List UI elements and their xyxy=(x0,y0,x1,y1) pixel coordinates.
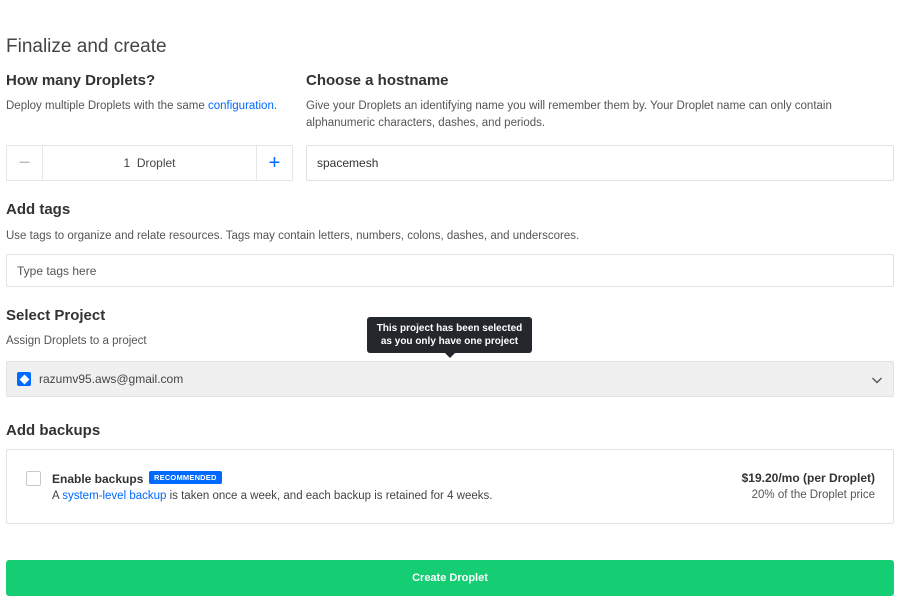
project-description: Assign Droplets to a project xyxy=(6,335,147,347)
tags-input[interactable] xyxy=(6,254,894,287)
page-title: Finalize and create xyxy=(6,36,167,57)
tooltip-arrow xyxy=(445,353,455,358)
decrement-button[interactable]: − xyxy=(7,146,43,180)
enable-backups-label: Enable backups xyxy=(52,472,144,486)
hostname-input[interactable] xyxy=(306,145,894,181)
backups-price-note: 20% of the Droplet price xyxy=(751,489,875,501)
backups-desc-prefix: A xyxy=(52,490,63,502)
recommended-badge: RECOMMENDED xyxy=(149,471,222,484)
configuration-link[interactable]: configuration xyxy=(208,100,274,112)
increment-button[interactable]: + xyxy=(256,146,292,180)
droplet-count-stepper: − 1 Droplet + xyxy=(6,145,293,181)
tooltip-line-2: as you only have one project xyxy=(380,336,519,347)
chevron-down-icon xyxy=(872,377,882,384)
tags-heading: Add tags xyxy=(6,201,71,218)
create-droplet-button[interactable]: Create Droplet xyxy=(6,560,894,596)
hostname-heading: Choose a hostname xyxy=(306,72,449,89)
backups-card: Enable backups RECOMMENDED A system-leve… xyxy=(6,449,894,524)
droplet-count-desc-prefix: Deploy multiple Droplets with the same xyxy=(6,100,208,112)
backups-desc-suffix: is taken once a week, and each backup is… xyxy=(166,490,493,502)
droplet-count-value: 1 Droplet xyxy=(123,156,176,170)
droplet-count-heading: How many Droplets? xyxy=(6,72,156,89)
tooltip-line-1: This project has been selected xyxy=(376,323,523,334)
system-level-backup-link[interactable]: system-level backup xyxy=(62,490,166,502)
tags-description: Use tags to organize and relate resource… xyxy=(6,230,580,242)
backups-description: A system-level backup is taken once a we… xyxy=(52,490,492,502)
backups-price: $19.20/mo (per Droplet) xyxy=(741,471,875,485)
backups-heading: Add backups xyxy=(6,422,101,439)
droplet-count-desc-suffix: . xyxy=(273,100,278,112)
project-heading: Select Project xyxy=(6,307,106,324)
droplet-count-description: Deploy multiple Droplets with the same c… xyxy=(6,98,277,115)
project-tooltip: This project has been selected as you on… xyxy=(367,317,532,358)
hostname-description: Give your Droplets an identifying name y… xyxy=(306,100,832,129)
project-name: razumv95.aws@gmail.com xyxy=(39,372,184,386)
enable-backups-checkbox[interactable] xyxy=(26,471,41,486)
project-select[interactable]: razumv95.aws@gmail.com xyxy=(6,361,894,397)
project-icon xyxy=(17,372,31,386)
